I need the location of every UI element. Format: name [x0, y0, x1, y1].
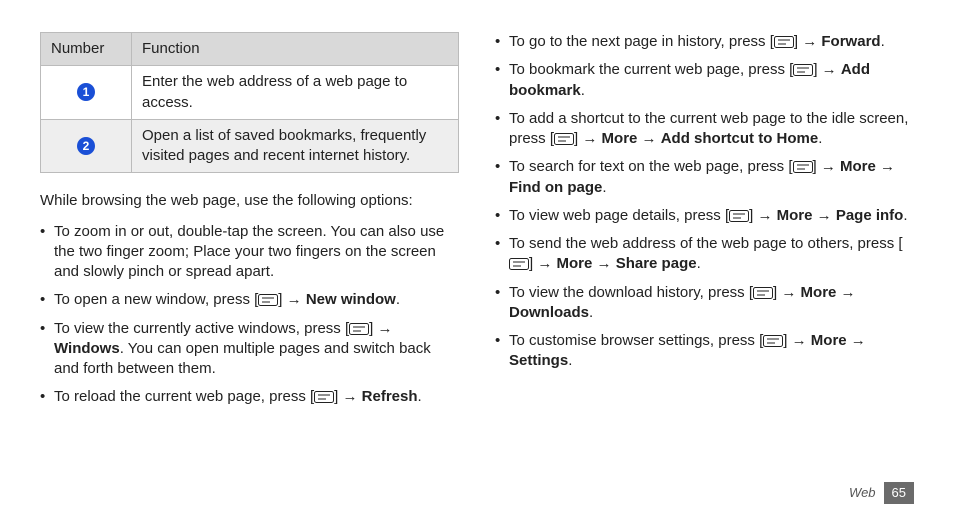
- options-list-right: To go to the next page in history, press…: [495, 32, 914, 372]
- number-badge: 1: [77, 83, 95, 101]
- table-row: 1 Enter the web address of a web page to …: [41, 66, 459, 120]
- list-item: To view web page details, press [] → Mor…: [495, 206, 914, 226]
- list-item: To customise browser settings, press [] …: [495, 331, 914, 372]
- menu-key-icon: [753, 287, 773, 299]
- list-item: To bookmark the current web page, press …: [495, 60, 914, 101]
- options-list-left: To zoom in or out, double-tap the screen…: [40, 222, 459, 408]
- section-label: Web: [849, 484, 876, 502]
- menu-key-icon: [763, 335, 783, 347]
- list-item: To zoom in or out, double-tap the screen…: [40, 222, 459, 283]
- page-number: 65: [884, 482, 914, 504]
- list-item: To search for text on the web page, pres…: [495, 157, 914, 198]
- list-item: To open a new window, press [] → New win…: [40, 290, 459, 310]
- menu-key-icon: [554, 133, 574, 145]
- list-item: To add a shortcut to the current web pag…: [495, 109, 914, 150]
- callout-number: 1: [41, 66, 132, 120]
- col-header-number: Number: [41, 33, 132, 66]
- menu-key-icon: [793, 64, 813, 76]
- list-item: To view the download history, press [] →…: [495, 283, 914, 324]
- right-column: To go to the next page in history, press…: [495, 32, 914, 416]
- list-item: To go to the next page in history, press…: [495, 32, 914, 52]
- callout-text: Open a list of saved bookmarks, frequent…: [132, 119, 459, 173]
- col-header-function: Function: [132, 33, 459, 66]
- manual-page: Number Function 1 Enter the web address o…: [0, 0, 954, 518]
- table-row: 2 Open a list of saved bookmarks, frequen…: [41, 119, 459, 173]
- menu-key-icon: [314, 391, 334, 403]
- list-item: To reload the current web page, press []…: [40, 387, 459, 407]
- callout-number: 2: [41, 119, 132, 173]
- number-badge: 2: [77, 137, 95, 155]
- callout-table: Number Function 1 Enter the web address o…: [40, 32, 459, 173]
- left-column: Number Function 1 Enter the web address o…: [40, 32, 459, 416]
- menu-key-icon: [509, 258, 529, 270]
- list-item: To send the web address of the web page …: [495, 234, 914, 275]
- intro-text: While browsing the web page, use the fol…: [40, 191, 459, 211]
- two-column-layout: Number Function 1 Enter the web address o…: [40, 32, 914, 416]
- menu-key-icon: [774, 36, 794, 48]
- menu-key-icon: [349, 323, 369, 335]
- menu-key-icon: [258, 294, 278, 306]
- callout-text: Enter the web address of a web page to a…: [132, 66, 459, 120]
- page-footer: Web 65: [849, 482, 914, 504]
- list-item: To view the currently active windows, pr…: [40, 319, 459, 380]
- menu-key-icon: [793, 161, 813, 173]
- menu-key-icon: [729, 210, 749, 222]
